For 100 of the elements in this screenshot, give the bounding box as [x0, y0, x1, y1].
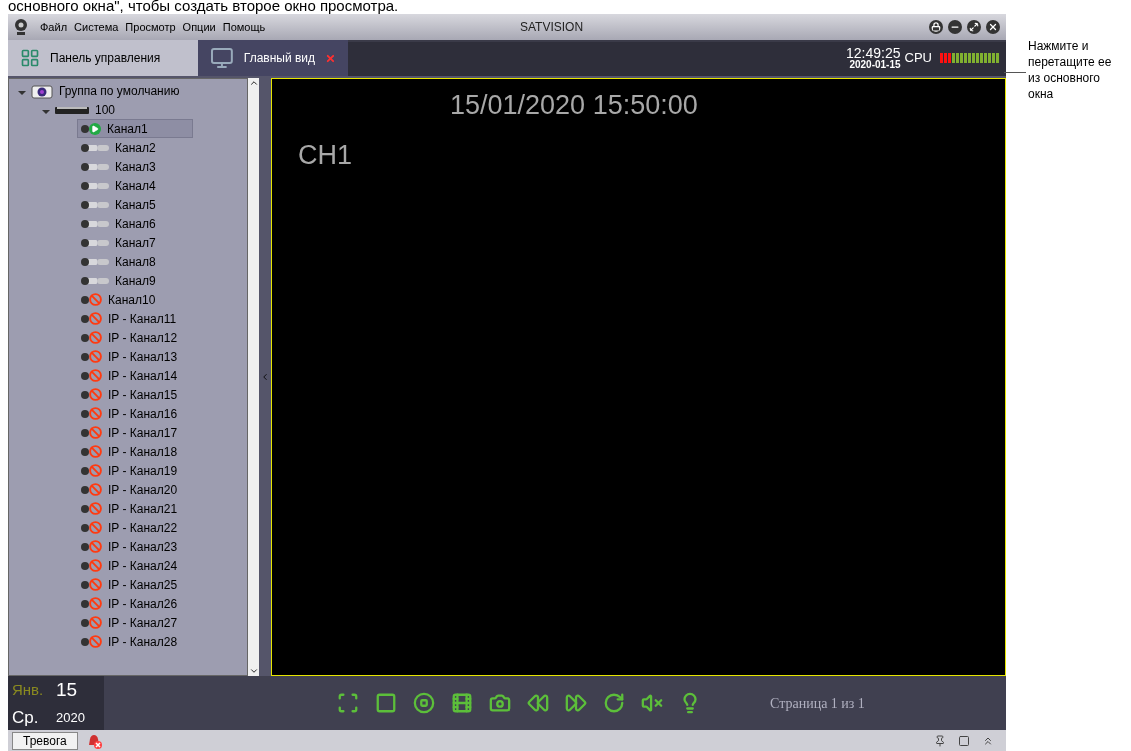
leader-line: [1004, 72, 1026, 73]
channel-label: IP - Канал24: [108, 557, 178, 575]
webcam-icon: [31, 82, 53, 99]
caption-text: основного окна", чтобы создать второе окно просмотра.: [7, 0, 400, 14]
channel-label: IP - Канал28: [108, 633, 178, 651]
scrollbar[interactable]: [248, 78, 259, 676]
channel-item[interactable]: IP - Канал20: [77, 480, 193, 499]
channel-item[interactable]: IP - Канал25: [77, 575, 193, 594]
channel-item[interactable]: Канал2: [77, 138, 193, 157]
camera-icon: [81, 294, 89, 305]
channel-item[interactable]: Канал10: [77, 290, 193, 309]
collapse-icon[interactable]: [260, 372, 270, 382]
channel-label: IP - Канал21: [108, 500, 178, 518]
year-label: 2020: [56, 708, 86, 727]
film-reel-icon[interactable]: [450, 691, 474, 715]
camera-icon: [81, 123, 89, 134]
scroll-up-icon[interactable]: [248, 78, 259, 88]
camera-icon: [81, 237, 97, 248]
channel-item[interactable]: Канал6: [77, 214, 193, 233]
camera-icon: [81, 560, 89, 571]
camera-icon: [81, 598, 89, 609]
camera-icon: [81, 541, 89, 552]
channel-label: IP - Канал26: [108, 595, 178, 613]
camera-icon: [81, 465, 89, 476]
camera-icon: [81, 636, 89, 647]
scroll-down-icon[interactable]: [248, 666, 259, 676]
channel-item[interactable]: IP - Канал19: [77, 461, 193, 480]
monitor-icon: [210, 46, 234, 70]
video-timestamp: 15/01/2020 15:50:00: [450, 89, 698, 122]
channel-label: Канал4: [115, 177, 156, 195]
camera-icon: [81, 484, 89, 495]
channel-item[interactable]: IP - Канал14: [77, 366, 193, 385]
channel-overlay: CH1: [298, 139, 352, 172]
weekday-label: Ср.: [12, 706, 40, 729]
maximize-icon[interactable]: [967, 20, 981, 34]
alarm-button[interactable]: Тревога: [12, 731, 78, 750]
channel-item[interactable]: IP - Канал28: [77, 632, 193, 651]
channel-item[interactable]: Канал5: [77, 195, 193, 214]
channel-item[interactable]: IP - Канал18: [77, 442, 193, 461]
channel-item[interactable]: Канал3: [77, 157, 193, 176]
fullscreen-icon[interactable]: [336, 691, 360, 715]
channel-label: IP - Канал23: [108, 538, 178, 556]
lock-icon[interactable]: [929, 20, 943, 34]
channel-item[interactable]: Канал8: [77, 252, 193, 271]
pin-icon[interactable]: [934, 734, 946, 747]
month-label: Янв.: [12, 680, 45, 700]
channel-item[interactable]: Канал9: [77, 271, 193, 290]
channel-item[interactable]: IP - Канал27: [77, 613, 193, 632]
camera-icon: [81, 199, 97, 210]
window-title: SATVISION: [520, 19, 584, 36]
channel-label: IP - Канал12: [108, 329, 178, 347]
channel-item[interactable]: Канал4: [77, 176, 193, 195]
camera-icon: [81, 408, 89, 419]
channel-label: IP - Канал16: [108, 405, 178, 423]
channel-item[interactable]: IP - Канал23: [77, 537, 193, 556]
menu-item[interactable]: Просмотр: [125, 18, 176, 36]
channel-item[interactable]: Канал1: [77, 119, 193, 138]
channel-label: Канал9: [115, 272, 156, 290]
tab[interactable]: Главный вид: [198, 40, 348, 76]
channel-label: IP - Канал17: [108, 424, 178, 442]
menu-item[interactable]: Система: [74, 18, 119, 36]
channel-item[interactable]: IP - Канал22: [77, 518, 193, 537]
cpu-label: CPU: [904, 49, 932, 68]
menu-item[interactable]: Файл: [40, 18, 68, 36]
camera-icon: [81, 180, 97, 191]
camera-icon: [81, 332, 89, 343]
close-icon[interactable]: [986, 20, 1000, 34]
camera-icon: [81, 446, 89, 457]
channel-item[interactable]: IP - Канал16: [77, 404, 193, 423]
camera-icon: [81, 579, 89, 590]
channel-item[interactable]: IP - Канал15: [77, 385, 193, 404]
camera-icon: [81, 256, 97, 267]
channel-label: Канал1: [107, 120, 148, 138]
channel-item[interactable]: IP - Канал24: [77, 556, 193, 575]
close-tab-icon[interactable]: [325, 52, 336, 64]
refresh-icon[interactable]: [602, 691, 626, 715]
channel-item[interactable]: IP - Канал26: [77, 594, 193, 613]
channel-label: IP - Канал13: [108, 348, 178, 366]
control-panel-icon: [20, 48, 40, 68]
channel-item[interactable]: IP - Канал21: [77, 499, 193, 518]
day-label: 15: [56, 678, 79, 702]
channel-label: IP - Канал20: [108, 481, 178, 499]
single-view-icon[interactable]: [374, 691, 398, 715]
page-indicator: Страница 1 из 1: [770, 694, 865, 713]
tree-label[interactable]: Группа по умолчанию: [59, 81, 180, 100]
menu-item[interactable]: Помощь: [222, 18, 266, 36]
channel-item[interactable]: IP - Канал13: [77, 347, 193, 366]
channel-label: IP - Канал27: [108, 614, 178, 632]
channel-item[interactable]: Канал7: [77, 233, 193, 252]
stop-icon[interactable]: [412, 691, 436, 715]
window-icon[interactable]: [958, 734, 970, 747]
channel-item[interactable]: IP - Канал17: [77, 423, 193, 442]
tree-label[interactable]: 100: [95, 100, 116, 119]
channel-label: Канал8: [115, 253, 156, 271]
channel-item[interactable]: IP - Канал11: [77, 309, 193, 328]
minimize-icon[interactable]: [948, 20, 962, 34]
channel-label: Канал5: [115, 196, 156, 214]
channel-item[interactable]: IP - Канал12: [77, 328, 193, 347]
menu-item[interactable]: Опции: [182, 18, 216, 36]
tab[interactable]: Панель управления: [8, 40, 198, 76]
